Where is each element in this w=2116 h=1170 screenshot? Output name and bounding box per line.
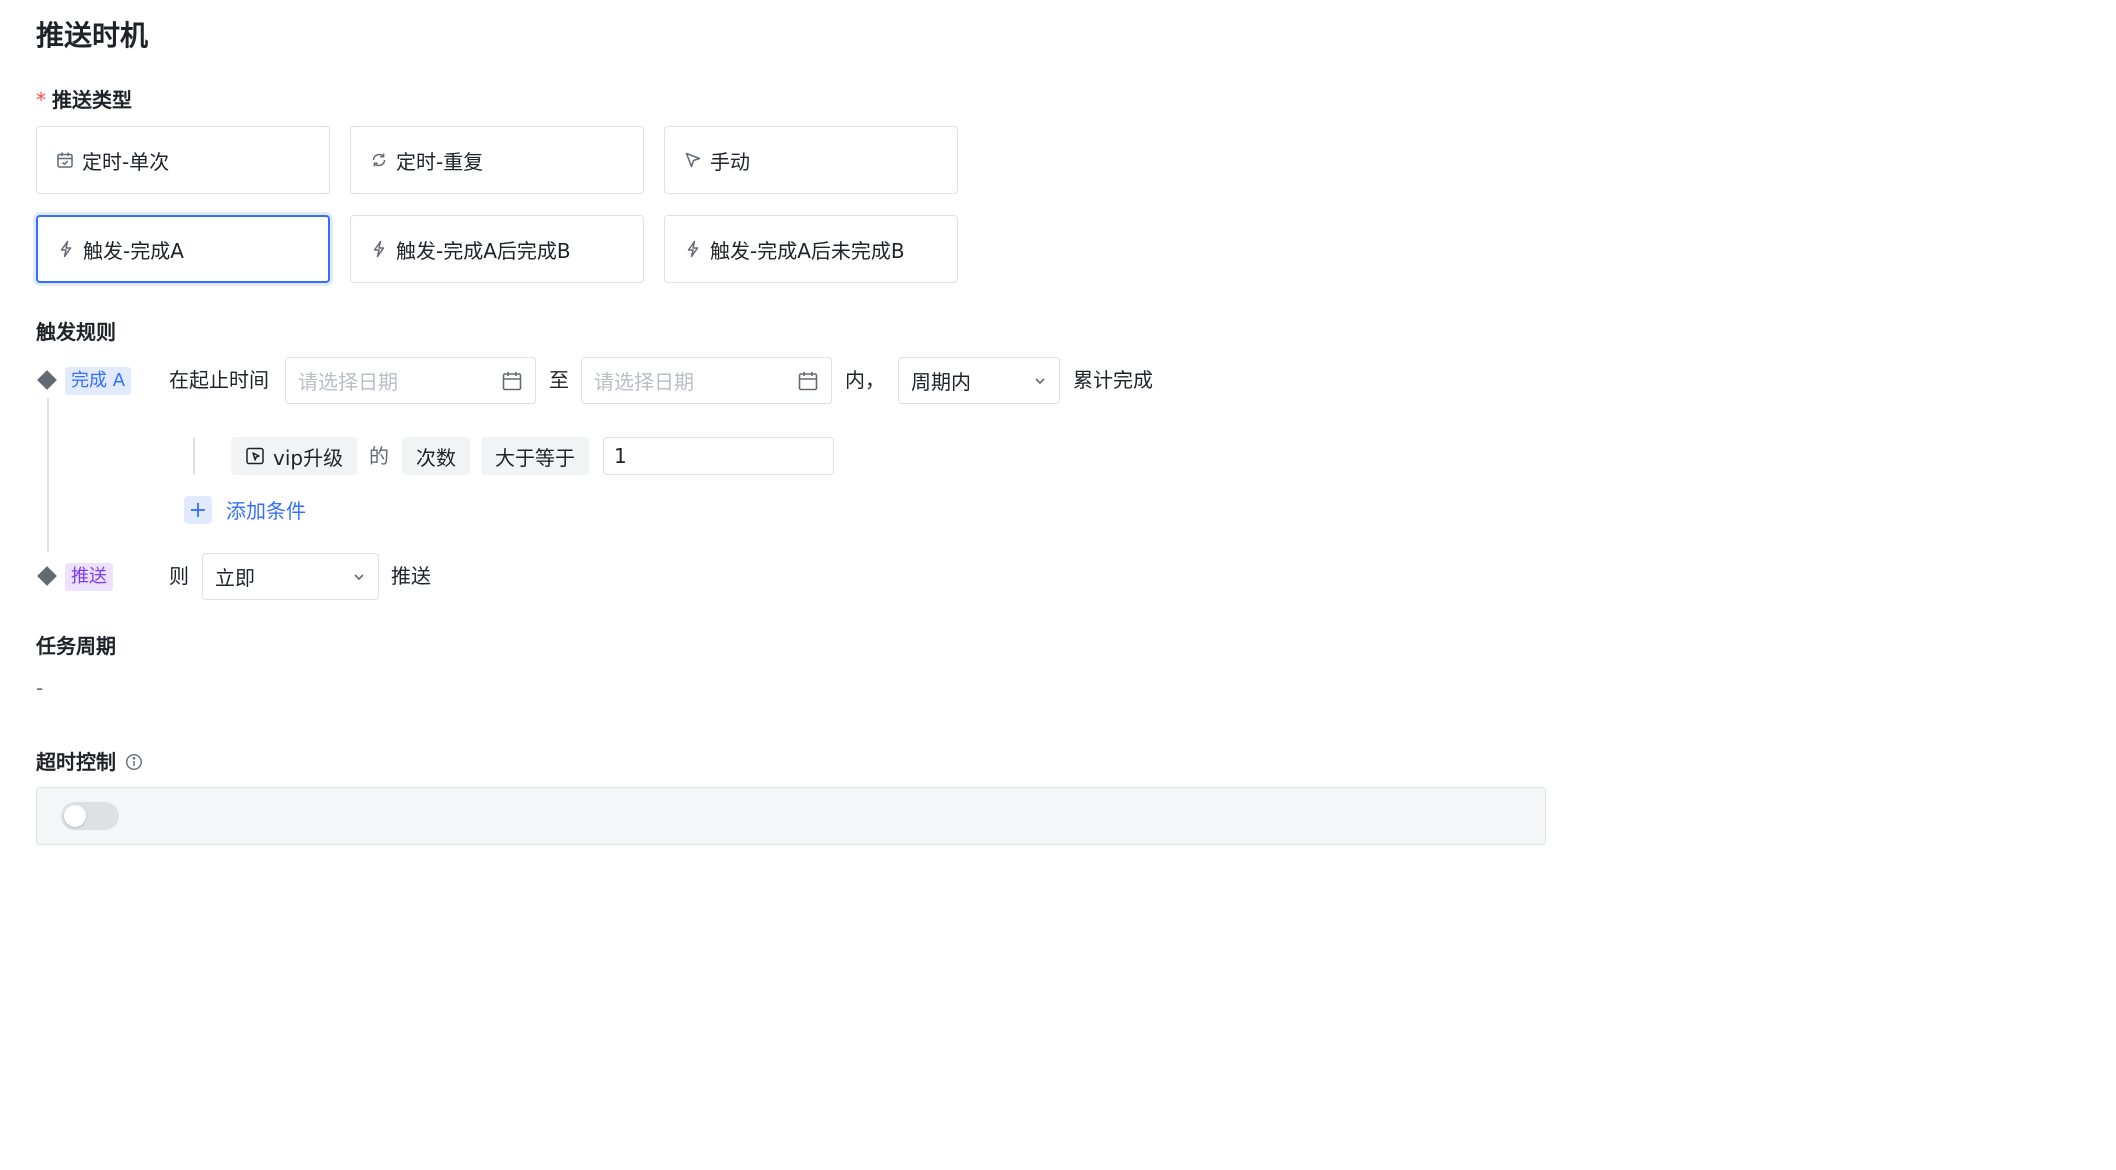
cumulative-complete-text: 累计完成 xyxy=(1073,368,1153,392)
push-type-option-label: 定时-重复 xyxy=(396,149,484,174)
lightning-icon xyxy=(56,239,76,259)
start-date-picker[interactable]: 请选择日期 xyxy=(285,357,536,404)
lightning-icon xyxy=(683,239,703,259)
info-icon[interactable] xyxy=(125,753,143,771)
push-type-option-trigger-a[interactable]: 触发-完成A xyxy=(36,215,330,283)
task-cycle-label: 任务周期 xyxy=(36,634,116,658)
period-select-value: 周期内 xyxy=(911,370,971,394)
period-select[interactable]: 周期内 xyxy=(898,357,1060,404)
timeout-control-label-text: 超时控制 xyxy=(36,750,116,774)
event-icon xyxy=(245,446,265,466)
push-type-option-scheduled-once[interactable]: 定时-单次 xyxy=(36,126,330,194)
trigger-rules-label: 触发规则 xyxy=(36,320,116,344)
timeout-control-panel xyxy=(36,787,1546,845)
page-title: 推送时机 xyxy=(36,19,149,52)
time-range-prefix: 在起止时间 xyxy=(169,368,269,392)
lightning-icon xyxy=(369,239,389,259)
push-type-option-label: 触发-完成A xyxy=(83,238,184,263)
plus-icon xyxy=(184,495,212,524)
step-diamond-icon xyxy=(37,566,57,586)
to-text: 至 xyxy=(549,368,569,392)
of-text: 的 xyxy=(369,444,389,468)
condition-value-input[interactable]: 1 xyxy=(603,437,834,475)
start-date-placeholder: 请选择日期 xyxy=(298,370,398,394)
push-type-option-label: 触发-完成A后完成B xyxy=(396,238,571,263)
push-type-option-label: 手动 xyxy=(710,149,750,174)
push-type-option-trigger-a-not-b[interactable]: 触发-完成A后未完成B xyxy=(664,215,958,283)
chevron-down-icon xyxy=(352,570,366,584)
within-text: 内， xyxy=(845,368,885,392)
condition-group-line xyxy=(193,437,195,475)
metric-chip[interactable]: 次数 xyxy=(402,437,470,475)
step-diamond-icon xyxy=(37,370,57,390)
calendar-icon xyxy=(55,150,75,170)
add-condition-label: 添加条件 xyxy=(226,499,306,523)
push-type-option-manual[interactable]: 手动 xyxy=(664,126,958,194)
event-chip[interactable]: vip升级 xyxy=(231,437,358,475)
task-cycle-value: - xyxy=(36,676,44,700)
push-type-option-label: 触发-完成A后未完成B xyxy=(710,238,905,263)
cursor-icon xyxy=(683,150,703,170)
condition-value: 1 xyxy=(614,444,627,468)
metric-label: 次数 xyxy=(416,445,456,470)
event-name: vip升级 xyxy=(273,445,344,470)
push-type-option-scheduled-repeat[interactable]: 定时-重复 xyxy=(350,126,644,194)
chevron-down-icon xyxy=(1033,374,1047,388)
step-connector-line xyxy=(47,398,49,552)
push-timing-value: 立即 xyxy=(215,566,255,590)
push-timing-select[interactable]: 立即 xyxy=(202,553,379,600)
toggle-knob xyxy=(64,805,86,827)
calendar-icon xyxy=(797,370,819,392)
timeout-toggle[interactable] xyxy=(61,802,119,830)
timeout-control-label: 超时控制 xyxy=(36,748,143,776)
step-tag-push: 推送 xyxy=(65,563,113,591)
required-mark: * xyxy=(36,88,46,112)
push-type-label-text: 推送类型 xyxy=(52,88,132,112)
push-suffix-text: 推送 xyxy=(391,564,431,588)
end-date-placeholder: 请选择日期 xyxy=(594,370,694,394)
operator-chip[interactable]: 大于等于 xyxy=(481,437,589,475)
then-text: 则 xyxy=(169,564,189,588)
push-type-option-trigger-a-then-b[interactable]: 触发-完成A后完成B xyxy=(350,215,644,283)
push-type-label: * 推送类型 xyxy=(36,86,132,114)
refresh-icon xyxy=(369,150,389,170)
end-date-picker[interactable]: 请选择日期 xyxy=(581,357,832,404)
page: 推送时机 * 推送类型 定时-单次 定时-重复 手动 触发-完成A 触发-完成A后… xyxy=(0,0,2116,1170)
push-type-option-label: 定时-单次 xyxy=(82,149,170,174)
operator-label: 大于等于 xyxy=(495,445,575,470)
step-tag-complete-a: 完成 A xyxy=(65,367,132,395)
add-condition-button[interactable]: 添加条件 xyxy=(184,495,306,524)
calendar-icon xyxy=(501,370,523,392)
